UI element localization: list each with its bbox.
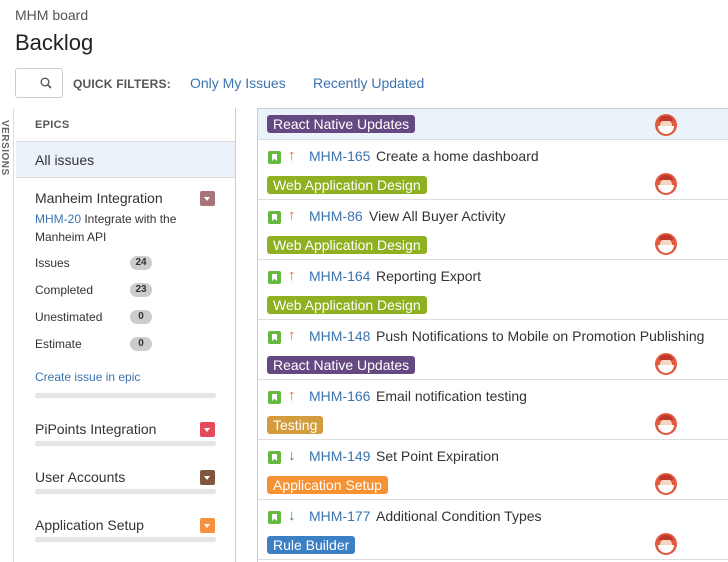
issue-key-link[interactable]: MHM-177	[309, 508, 370, 524]
issue-row[interactable]: ↑ MHM-148 Push Notifications to Mobile on …	[258, 320, 728, 380]
search-icon	[40, 77, 52, 89]
epics-panel: EPICS All issues Manheim Integration MHM…	[15, 108, 236, 562]
epic-menu-pipoints[interactable]	[200, 422, 215, 437]
stat-unestimated-badge: 0	[130, 310, 152, 324]
epic-menu-user-accounts[interactable]	[200, 470, 215, 485]
assignee-avatar[interactable]	[655, 533, 677, 555]
issue-key-link[interactable]: MHM-148	[309, 328, 370, 344]
epic-name-manheim[interactable]: Manheim Integration	[35, 190, 163, 206]
epic-progress-bar	[35, 441, 216, 446]
assignee-avatar[interactable]	[655, 413, 677, 435]
issue-summary: Push Notifications to Mobile on Promotio…	[376, 328, 705, 344]
stat-completed-label: Completed	[35, 283, 94, 297]
backlog-list: React Native Updates ↑ MHM-165 Create a hom…	[237, 108, 728, 562]
issue-row[interactable]: ↓ MHM-177 Additional Condition Types Rule B…	[258, 500, 728, 560]
issue-summary: Reporting Export	[376, 268, 482, 284]
stat-estimate-label: Estimate	[35, 337, 82, 351]
story-icon	[268, 331, 281, 344]
issue-summary: Email notification testing	[376, 388, 527, 404]
filter-only-my-issues[interactable]: Only My Issues	[190, 75, 286, 91]
issue-key-link[interactable]: MHM-166	[309, 388, 370, 404]
versions-tab-label: VERSIONS	[0, 120, 10, 176]
epic-progress-bar	[35, 393, 216, 398]
assignee-avatar[interactable]	[655, 233, 677, 255]
priority-high-icon: ↑	[288, 387, 296, 404]
epic-name-pipoints[interactable]: PiPoints Integration	[35, 421, 156, 437]
issue-row[interactable]: ↓ MHM-149 Set Point Expiration Application …	[258, 440, 728, 500]
epic-progress-bar	[35, 489, 216, 494]
board-name[interactable]: MHM board	[15, 7, 88, 23]
create-issue-in-epic-link[interactable]: Create issue in epic	[35, 370, 140, 384]
epic-lozenge: Rule Builder	[267, 536, 356, 554]
priority-high-icon: ↑	[288, 147, 296, 164]
priority-high-icon: ↑	[288, 207, 296, 224]
story-icon	[268, 211, 281, 224]
story-icon	[268, 271, 281, 284]
issue-key-link[interactable]: MHM-149	[309, 448, 370, 464]
issue-summary: View All Buyer Activity	[369, 208, 506, 224]
stat-unestimated-label: Unestimated	[35, 310, 103, 324]
epic-description: MHM-20 Integrate with the Manheim API	[35, 210, 225, 246]
quick-filters-label: QUICK FILTERS:	[73, 77, 171, 91]
issue-summary: Set Point Expiration	[376, 448, 499, 464]
issue-row[interactable]: React Native Updates	[258, 108, 728, 140]
story-icon	[268, 511, 281, 524]
issue-key-link[interactable]: MHM-164	[309, 268, 370, 284]
epic-name-application-setup[interactable]: Application Setup	[35, 517, 144, 533]
assignee-avatar[interactable]	[655, 353, 677, 375]
issue-row[interactable]: ↑ MHM-86 View All Buyer Activity Web Applic…	[258, 200, 728, 260]
assignee-avatar[interactable]	[655, 173, 677, 195]
epics-header: EPICS	[35, 119, 70, 131]
epic-name-user-accounts[interactable]: User Accounts	[35, 469, 125, 485]
issue-summary: Additional Condition Types	[376, 508, 542, 524]
epic-lozenge: Testing	[267, 416, 324, 434]
epic-lozenge: Web Application Design	[267, 236, 427, 254]
search-input[interactable]	[15, 68, 63, 98]
all-issues-item[interactable]: All issues	[16, 141, 235, 178]
epic-lozenge: Application Setup	[267, 476, 388, 494]
stat-issues-badge: 24	[130, 256, 152, 270]
epic-key-link[interactable]: MHM-20	[35, 212, 81, 226]
issue-key-link[interactable]: MHM-165	[309, 148, 370, 164]
priority-high-icon: ↑	[288, 267, 296, 284]
assignee-avatar[interactable]	[655, 114, 677, 136]
epic-progress-bar	[35, 537, 216, 542]
story-icon	[268, 391, 281, 404]
assignee-avatar[interactable]	[655, 473, 677, 495]
issue-row[interactable]: ↑ MHM-164 Reporting Export Web Application …	[258, 260, 728, 320]
issue-row[interactable]: ↑ MHM-166 Email notification testing Testin…	[258, 380, 728, 440]
priority-low-icon: ↓	[288, 507, 296, 524]
epic-menu-application-setup[interactable]	[200, 518, 215, 533]
epic-lozenge: Web Application Design	[267, 296, 427, 314]
filter-recently-updated[interactable]: Recently Updated	[313, 75, 424, 91]
epic-lozenge: React Native Updates	[267, 115, 416, 133]
epic-lozenge: Web Application Design	[267, 176, 427, 194]
stat-estimate-badge: 0	[130, 337, 152, 351]
priority-high-icon: ↑	[288, 327, 296, 344]
issue-summary: Create a home dashboard	[376, 148, 539, 164]
story-icon	[268, 151, 281, 164]
stat-issues-label: Issues	[35, 256, 70, 270]
versions-tab[interactable]: VERSIONS	[0, 108, 14, 562]
priority-low-icon: ↓	[288, 447, 296, 464]
all-issues-label: All issues	[35, 152, 95, 168]
stat-completed-badge: 23	[130, 283, 152, 297]
issue-row[interactable]: ↑ MHM-165 Create a home dashboard Web Appli…	[258, 140, 728, 200]
issue-key-link[interactable]: MHM-86	[309, 208, 363, 224]
epic-menu-manheim[interactable]	[200, 191, 215, 206]
page-title: Backlog	[15, 30, 94, 55]
story-icon	[268, 451, 281, 464]
epic-lozenge: React Native Updates	[267, 356, 416, 374]
